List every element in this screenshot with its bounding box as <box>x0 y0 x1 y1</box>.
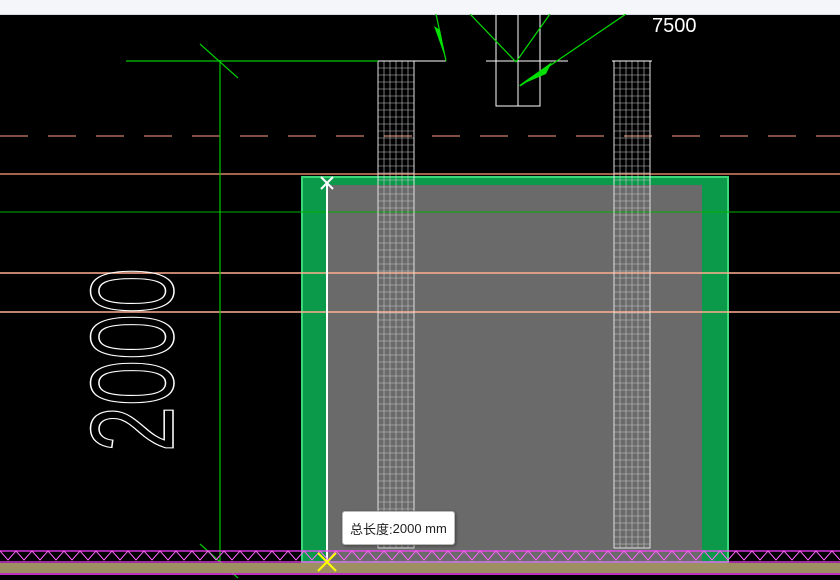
wall-right[interactable] <box>702 178 728 562</box>
leader-arrow-icon <box>435 14 627 87</box>
floor-strip <box>0 563 840 573</box>
tooltip-value: 2000 mm <box>392 520 447 536</box>
leader-arrowhead <box>434 26 446 60</box>
tooltip-label: 总长度: <box>350 521 393 537</box>
dimension-text-2000: 2000 <box>67 268 199 452</box>
leader-arrowhead <box>518 62 552 86</box>
top-structure <box>378 14 652 107</box>
wall-left[interactable] <box>302 178 328 562</box>
window-header-strip <box>0 0 840 15</box>
cad-drawing-canvas[interactable]: 2000 7500 <box>0 14 840 580</box>
dimension-text-7500: 7500 <box>652 15 697 37</box>
measure-tooltip: 总长度: 2000 mm <box>342 511 455 545</box>
wall-top[interactable] <box>302 177 728 185</box>
